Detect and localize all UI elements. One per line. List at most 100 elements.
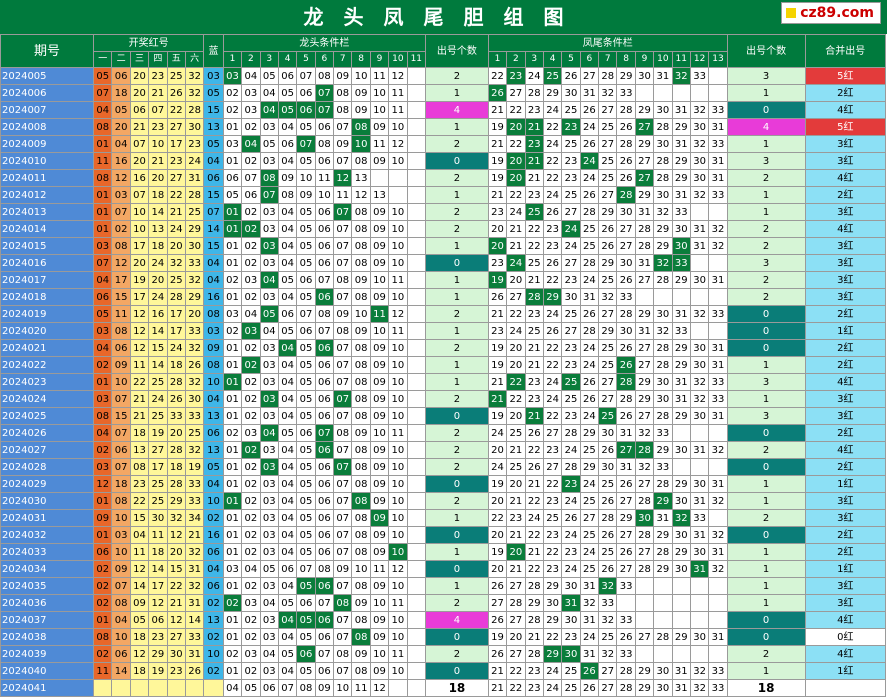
col-head-group: 龙头条件栏 bbox=[222, 34, 427, 52]
tail-num-cell: 27 bbox=[506, 288, 526, 306]
head-num-cell: 10 bbox=[369, 645, 390, 663]
table-row[interactable]: 2024017 04 17 19 20 25 32 04 02 03 04 05 06 07 08 09 10 1… bbox=[0, 271, 887, 289]
tail-num-cell: 32 bbox=[598, 288, 618, 306]
red-ball-cell: 12 bbox=[129, 339, 150, 357]
period-cell: 2024035 bbox=[0, 577, 95, 595]
table-row[interactable]: 2024040 11 14 18 19 23 26 02 01 02 03 04 05 06 07 08 09 1… bbox=[0, 662, 887, 680]
col-tail-group: 凤尾条件栏 bbox=[487, 34, 728, 52]
table-row[interactable]: 2024014 01 02 10 13 24 29 14 01 02 03 04 05 06 07 08 09 1… bbox=[0, 220, 887, 238]
table-row[interactable]: 2024030 01 08 22 25 29 33 10 01 02 03 04 05 06 07 08 09 1… bbox=[0, 492, 887, 510]
head-num-cell: 10 bbox=[388, 611, 408, 629]
tail-num-cell: 25 bbox=[598, 152, 618, 170]
tail-num-cell: 31 bbox=[708, 271, 728, 289]
table-row[interactable]: 2024019 05 11 12 16 17 20 08 03 04 05 06 07 08 09 10 11 1… bbox=[0, 305, 887, 323]
head-num-cell: 06 bbox=[314, 356, 335, 374]
head-num-cell: 02 bbox=[241, 492, 261, 510]
tail-num-cell: 25 bbox=[561, 373, 581, 391]
table-row[interactable]: 2024023 01 10 22 25 28 32 10 01 02 03 04 05 06 07 08 09 1… bbox=[0, 373, 887, 391]
red-ball-cell bbox=[111, 679, 131, 697]
table-row[interactable]: 2024028 03 07 08 17 18 19 05 01 02 03 04 05 06 07 08 09 1… bbox=[0, 458, 887, 476]
tail-num-cell: 23 bbox=[561, 628, 581, 646]
head-num-cell bbox=[406, 152, 427, 170]
table-row[interactable]: 2024039 02 06 12 29 30 31 10 02 03 04 05 06 07 08 09 10 1… bbox=[0, 645, 887, 663]
tail-num-cell: 24 bbox=[524, 509, 544, 527]
table-row[interactable]: 2024035 02 07 14 17 22 32 06 01 02 03 04 05 06 07 08 09 1… bbox=[0, 577, 887, 595]
table-row[interactable]: 2024041 04 05 06 07 08 09 10 11 12 18 21 22 23 24 25 26 2… bbox=[0, 679, 887, 697]
head-num-cell: 08 bbox=[333, 271, 353, 289]
table-row[interactable]: 2024015 03 08 17 18 20 30 15 01 02 03 04 05 06 07 08 09 1… bbox=[0, 237, 887, 255]
table-row[interactable]: 2024013 01 07 10 14 21 25 07 01 02 03 04 05 06 07 08 09 1… bbox=[0, 203, 887, 221]
tail-num-cell: 25 bbox=[561, 186, 581, 204]
tail-num-cell: 22 bbox=[542, 152, 563, 170]
head-num-cell: 03 bbox=[241, 645, 261, 663]
merge-cell: 5红 bbox=[804, 67, 887, 85]
table-row[interactable]: 2024006 07 18 20 21 26 32 05 02 03 04 05 06 07 08 09 10 1… bbox=[0, 84, 887, 102]
tail-num-cell bbox=[708, 203, 728, 221]
table-row[interactable]: 2024016 07 12 20 24 32 33 04 01 02 03 04 05 06 07 08 09 1… bbox=[0, 254, 887, 272]
head-num-cell: 02 bbox=[222, 271, 243, 289]
head-num-cell: 04 bbox=[277, 254, 298, 272]
head-num-cell: 05 bbox=[222, 186, 243, 204]
table-row[interactable]: 2024018 06 15 17 24 28 29 16 01 02 03 04 05 06 07 08 09 1… bbox=[0, 288, 887, 306]
table-row[interactable]: 2024009 01 04 07 10 17 23 05 03 04 05 06 07 08 09 10 11 1… bbox=[0, 135, 887, 153]
tail-sub-header: 13 bbox=[708, 51, 728, 68]
tail-num-cell: 21 bbox=[487, 101, 508, 119]
table-row[interactable]: 2024012 01 03 07 18 22 28 15 05 06 07 08 09 10 11 12 13 1… bbox=[0, 186, 887, 204]
tail-num-cell: 32 bbox=[653, 322, 673, 340]
blue-ball-cell: 10 bbox=[203, 373, 224, 391]
red-ball-cell: 27 bbox=[166, 628, 186, 646]
head-num-cell: 03 bbox=[222, 67, 243, 85]
table-row[interactable]: 2024031 09 10 15 30 32 34 02 01 02 03 04 05 06 07 08 09 1… bbox=[0, 509, 887, 527]
head-count-cell: 18 bbox=[425, 679, 489, 697]
merge-cell: 3红 bbox=[804, 135, 887, 153]
head-num-cell: 07 bbox=[333, 628, 353, 646]
head-num-cell: 07 bbox=[333, 475, 353, 493]
tail-num-cell: 32 bbox=[708, 441, 728, 459]
tail-num-cell bbox=[708, 611, 728, 629]
tail-num-cell: 32 bbox=[708, 237, 728, 255]
head-num-cell: 01 bbox=[222, 152, 243, 170]
red-ball-cell: 03 bbox=[93, 458, 113, 476]
head-num-cell: 05 bbox=[296, 458, 316, 476]
table-row[interactable]: 2024005 05 06 20 23 25 32 03 03 04 05 06 07 08 09 10 11 1… bbox=[0, 67, 887, 85]
table-row[interactable]: 2024036 02 08 09 12 21 31 02 02 03 04 05 06 07 08 09 10 1… bbox=[0, 594, 887, 612]
head-num-cell: 08 bbox=[351, 543, 371, 561]
tail-sub-header: 11 bbox=[671, 51, 691, 68]
head-num-cell: 09 bbox=[369, 407, 390, 425]
table-row[interactable]: 2024032 01 03 04 11 12 21 16 01 02 03 04 05 06 07 08 09 1… bbox=[0, 526, 887, 544]
table-row[interactable]: 2024026 04 07 18 19 20 25 06 02 03 04 05 06 07 08 09 10 1… bbox=[0, 424, 887, 442]
tail-num-cell: 26 bbox=[598, 526, 618, 544]
table-row[interactable]: 2024020 03 08 12 14 17 33 03 02 03 04 05 06 07 08 09 10 1… bbox=[0, 322, 887, 340]
site-badge[interactable]: cz89.com bbox=[781, 2, 881, 24]
table-row[interactable]: 2024007 04 05 06 07 22 28 15 02 03 04 05 06 07 08 09 10 1… bbox=[0, 101, 887, 119]
table-row[interactable]: 2024037 01 04 05 06 12 14 13 01 02 03 04 05 06 07 08 09 1… bbox=[0, 611, 887, 629]
red-ball-cell: 20 bbox=[129, 152, 150, 170]
table-row[interactable]: 2024011 08 12 16 20 27 31 06 06 07 08 09 10 11 12 13 2 19… bbox=[0, 169, 887, 187]
table-row[interactable]: 2024038 08 10 18 23 27 33 02 01 02 03 04 05 06 07 08 09 1… bbox=[0, 628, 887, 646]
table-row[interactable]: 2024021 04 06 12 15 24 32 09 01 02 03 04 05 06 07 08 09 1… bbox=[0, 339, 887, 357]
tail-num-cell: 28 bbox=[598, 509, 618, 527]
tail-num-cell: 21 bbox=[506, 526, 526, 544]
head-num-cell: 08 bbox=[314, 305, 335, 323]
red-ball-cell: 23 bbox=[129, 475, 150, 493]
head-num-cell: 10 bbox=[351, 67, 371, 85]
table-row[interactable]: 2024022 02 09 11 14 18 26 08 01 02 03 04 05 06 07 08 09 1… bbox=[0, 356, 887, 374]
tail-num-cell: 28 bbox=[524, 645, 544, 663]
table-row[interactable]: 2024010 11 16 20 21 23 24 04 01 02 03 04 05 06 07 08 09 1… bbox=[0, 152, 887, 170]
head-num-cell: 01 bbox=[222, 118, 243, 136]
table-row[interactable]: 2024027 02 06 13 27 28 32 13 01 02 03 04 05 06 07 08 09 1… bbox=[0, 441, 887, 459]
table-row[interactable]: 2024033 06 10 11 18 20 32 06 01 02 03 04 05 06 07 08 09 1… bbox=[0, 543, 887, 561]
col-merge: 合并出号 bbox=[804, 34, 887, 68]
table-row[interactable]: 2024008 08 20 21 23 27 30 13 01 02 03 04 05 06 07 08 09 1… bbox=[0, 118, 887, 136]
table-row[interactable]: 2024034 02 09 12 14 15 31 04 03 04 05 06 07 08 09 10 11 1… bbox=[0, 560, 887, 578]
tail-num-cell: 24 bbox=[506, 254, 526, 272]
head-num-cell: 03 bbox=[259, 458, 279, 476]
table-row[interactable]: 2024024 03 07 21 24 26 30 04 01 02 03 04 05 06 07 08 09 1… bbox=[0, 390, 887, 408]
head-num-cell: 04 bbox=[277, 390, 298, 408]
head-num-cell: 13 bbox=[369, 186, 390, 204]
tail-num-cell: 25 bbox=[561, 390, 581, 408]
red-ball-cell: 06 bbox=[111, 339, 131, 357]
tail-num-cell bbox=[634, 84, 655, 102]
table-row[interactable]: 2024029 12 18 23 25 28 33 04 01 02 03 04 05 06 07 08 09 1… bbox=[0, 475, 887, 493]
table-row[interactable]: 2024025 08 15 21 25 33 33 13 01 02 03 04 05 06 07 08 09 1… bbox=[0, 407, 887, 425]
